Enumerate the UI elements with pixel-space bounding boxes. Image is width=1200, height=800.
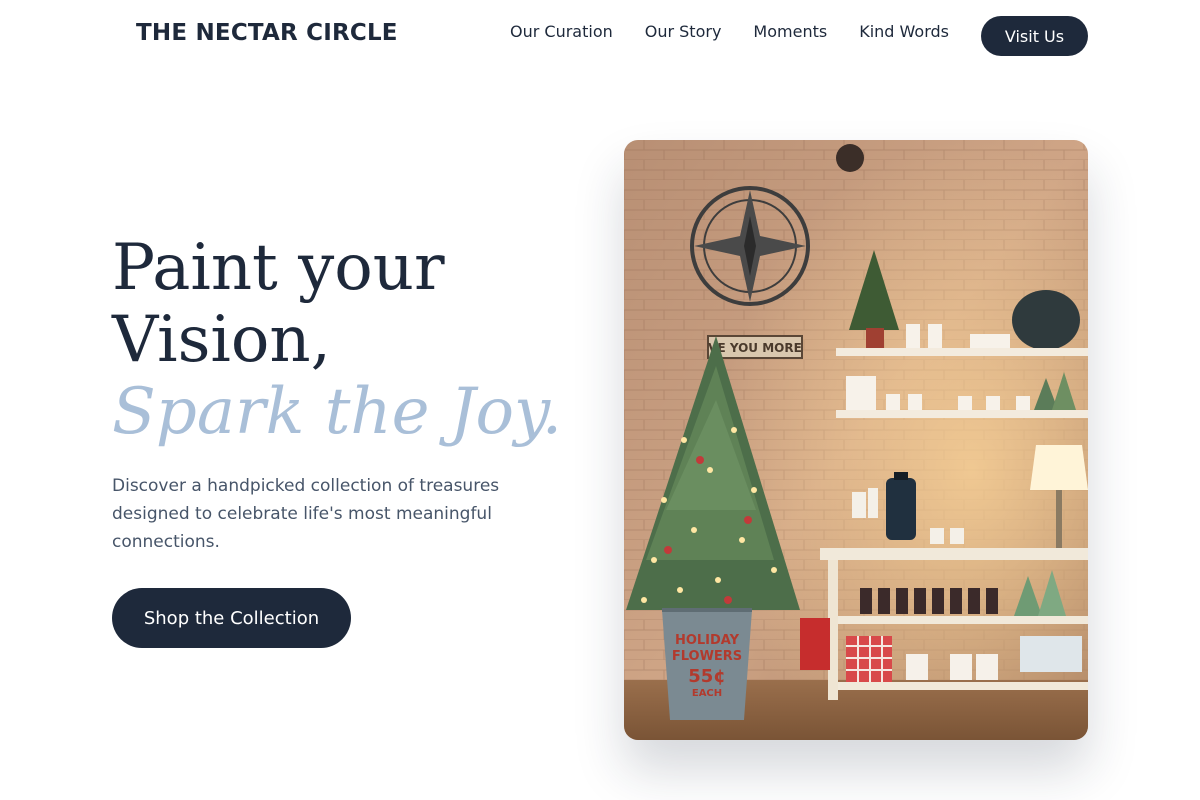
round-tray	[1012, 290, 1080, 350]
hero-title: Paint your Vision, Spark the Joy.	[112, 232, 562, 448]
holiday-flowers-bucket: HOLIDAY FLOWERS 55¢ EACH	[662, 608, 752, 720]
shop-interior-illustration: VE YOU MORE HOLIDAY FLOWERS 55¢ EACH	[624, 140, 1088, 740]
ceiling-light-icon	[836, 144, 864, 172]
nav-link-our-curation[interactable]: Our Curation	[510, 22, 613, 41]
shop-collection-button[interactable]: Shop the Collection	[112, 588, 351, 648]
bucket-each: EACH	[692, 688, 722, 699]
hero-title-line-2: Vision,	[112, 303, 331, 377]
nav-link-our-story[interactable]: Our Story	[645, 22, 722, 41]
nav-link-moments[interactable]: Moments	[753, 22, 827, 41]
wall-sign-text: VE YOU MORE	[708, 341, 802, 355]
hero-title-accent: Spark the Joy.	[112, 375, 563, 449]
main-nav: Our Curation Our Story Moments Kind Word…	[510, 22, 981, 41]
hero-description: Discover a handpicked collection of trea…	[112, 476, 500, 552]
brand-logo[interactable]: THE NECTAR CIRCLE	[136, 20, 398, 46]
bucket-price: 55¢	[688, 666, 726, 687]
site-header: THE NECTAR CIRCLE Our Curation Our Story…	[0, 0, 1200, 70]
visit-us-button[interactable]: Visit Us	[981, 16, 1088, 56]
compass-wall-decor	[690, 186, 810, 306]
hero-title-line-1: Paint your	[112, 231, 445, 305]
bucket-text-line-2: FLOWERS	[672, 649, 742, 664]
wall-sign: VE YOU MORE	[707, 335, 803, 359]
hero-photo: VE YOU MORE HOLIDAY FLOWERS 55¢ EACH	[624, 140, 1088, 740]
nav-link-kind-words[interactable]: Kind Words	[859, 22, 949, 41]
bucket-text-line-1: HOLIDAY	[675, 633, 740, 648]
